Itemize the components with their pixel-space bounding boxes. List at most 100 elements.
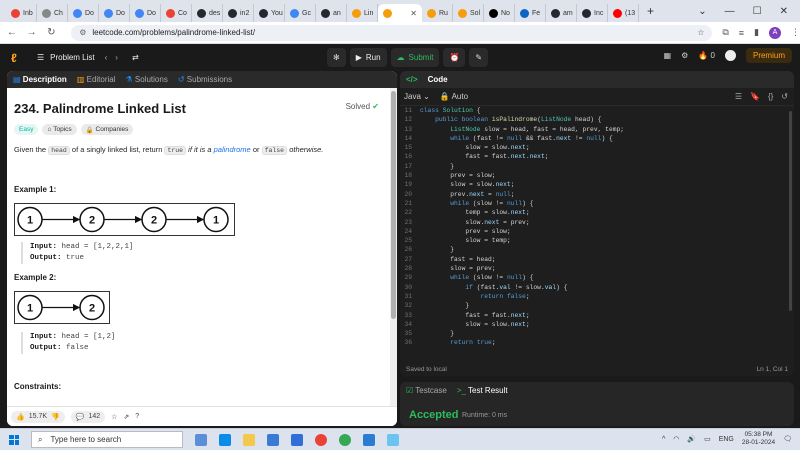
language-indicator[interactable]: ENG	[719, 436, 734, 443]
browser-tab[interactable]: Fe	[515, 4, 546, 22]
code-line[interactable]: 20 prev.next = null;	[400, 190, 794, 199]
code-line[interactable]: 17 }	[400, 162, 794, 171]
description-scrollbar-thumb[interactable]	[391, 91, 396, 319]
user-avatar[interactable]	[724, 50, 736, 61]
palindrome-link[interactable]: palindrome	[214, 145, 251, 154]
code-line[interactable]: 15 slow = slow.next;	[400, 143, 794, 152]
premium-button[interactable]: Premium	[745, 48, 792, 63]
shuffle-icon[interactable]: ⇄	[132, 53, 139, 62]
mail-icon[interactable]	[291, 433, 303, 446]
profile-avatar[interactable]: A	[769, 26, 782, 39]
browser-tab[interactable]: (13	[608, 4, 639, 22]
site-info-icon[interactable]: ⚙	[79, 28, 86, 37]
favorite-star-icon[interactable]: ☆	[111, 413, 117, 421]
help-icon[interactable]: ?	[135, 413, 139, 420]
comments-button[interactable]: 💬 142	[70, 410, 106, 423]
maximize-button[interactable]: ☐	[753, 6, 762, 17]
problem-list-nav[interactable]: ☰ Problem List ‹› ⇄	[37, 53, 139, 62]
task-view-icon[interactable]	[195, 433, 207, 446]
code-line[interactable]: 13 ListNode slow = head, fast = head, pr…	[400, 125, 794, 134]
volume-icon[interactable]: 🔊	[687, 435, 696, 443]
url-input[interactable]: ⚙ leetcode.com/problems/palindrome-linke…	[71, 24, 713, 41]
code-line[interactable]: 28 slow = prev;	[400, 264, 794, 273]
leetcode-logo-icon[interactable]: ℓ	[11, 51, 23, 65]
browser-tab[interactable]: ✕	[378, 4, 422, 22]
reload-button[interactable]: ↻	[43, 27, 59, 38]
browser-tab[interactable]: Inb	[6, 4, 37, 22]
tab-solutions[interactable]: ⚗ Solutions	[126, 75, 168, 84]
notepad-icon[interactable]	[387, 433, 399, 446]
bookmark-icon[interactable]: 🔖	[750, 92, 760, 101]
browser-tab[interactable]: No	[484, 4, 515, 22]
share-icon[interactable]: ⇗	[123, 413, 129, 421]
layout-grid-icon[interactable]: ▦	[664, 51, 672, 60]
vscode-icon[interactable]	[363, 433, 375, 446]
sidebar-icon[interactable]: ▮	[754, 27, 759, 38]
taskbar-search-input[interactable]: ⌕ Type here to search	[31, 431, 183, 448]
debug-button[interactable]: ✻	[327, 48, 346, 67]
language-select[interactable]: Java ⌄	[404, 92, 430, 101]
browser-menu-icon[interactable]: ⋮	[791, 27, 800, 38]
format-icon[interactable]: ☰	[735, 92, 742, 101]
tab-search-icon[interactable]: ⌄	[698, 6, 706, 17]
topics-badge[interactable]: ⌂ Topics	[42, 124, 77, 135]
back-button[interactable]: ←	[4, 27, 20, 38]
code-line[interactable]: 24 prev = slow;	[400, 227, 794, 236]
companies-badge[interactable]: 🔒 Companies	[80, 124, 134, 135]
browser-tab[interactable]: Sol	[453, 4, 484, 22]
code-line[interactable]: 36 return true;	[400, 338, 794, 347]
streak-counter[interactable]: 🔥 0	[698, 51, 715, 60]
chevron-up-icon[interactable]: ^	[662, 436, 665, 443]
battery-icon[interactable]: ▭	[704, 435, 711, 443]
browser-tab[interactable]: Co	[161, 4, 192, 22]
code-line[interactable]: 11 class Solution {	[400, 106, 794, 115]
chrome-icon[interactable]	[315, 433, 327, 446]
browser-tab[interactable]: You	[254, 4, 285, 22]
file-explorer-icon[interactable]	[243, 433, 255, 446]
media-icon[interactable]: ≡	[739, 28, 744, 38]
store-icon[interactable]	[267, 433, 279, 446]
code-line[interactable]: 31 return false;	[400, 292, 794, 301]
tab-description[interactable]: ▤ Description	[13, 75, 67, 84]
code-line[interactable]: 33 fast = fast.next;	[400, 311, 794, 320]
network-icon[interactable]: ◠	[673, 435, 679, 443]
clock[interactable]: 05:38 PM 28-01-2024	[742, 431, 775, 447]
timer-button[interactable]: ⏰	[443, 48, 466, 67]
close-window-button[interactable]: ✕	[780, 6, 788, 17]
forward-button[interactable]: →	[24, 27, 40, 38]
code-line[interactable]: 27 fast = head;	[400, 255, 794, 264]
browser-tab[interactable]: an	[316, 4, 347, 22]
code-line[interactable]: 18 prev = slow;	[400, 171, 794, 180]
settings-gear-icon[interactable]: ⚙	[681, 51, 688, 60]
new-tab-button[interactable]: +	[647, 4, 654, 18]
browser-tab[interactable]: in2	[223, 4, 254, 22]
notes-button[interactable]: ✎	[469, 48, 489, 67]
browser-tab[interactable]: Lin	[347, 4, 378, 22]
code-line[interactable]: 22 temp = slow.next;	[400, 208, 794, 217]
browser-tab[interactable]: Do	[99, 4, 130, 22]
problem-title[interactable]: 234. Palindrome Linked List	[14, 101, 384, 116]
browser-tab[interactable]: Inc	[577, 4, 608, 22]
browser-tab[interactable]: Ru	[422, 4, 453, 22]
browser-tab[interactable]: Gc	[285, 4, 316, 22]
notifications-icon[interactable]: 🗨	[783, 435, 792, 443]
tab-submissions[interactable]: ↺ Submissions	[178, 75, 232, 84]
browser-tab[interactable]: am	[546, 4, 577, 22]
browser-tab[interactable]: des	[192, 4, 223, 22]
code-line[interactable]: 30 if (fast.val != slow.val) {	[400, 283, 794, 292]
run-button[interactable]: ▶ Run	[349, 48, 387, 67]
code-line[interactable]: 26 }	[400, 245, 794, 254]
windows-start-icon[interactable]	[9, 434, 19, 445]
browser-tab[interactable]: Do	[68, 4, 99, 22]
bookmark-star-icon[interactable]: ☆	[697, 28, 704, 37]
code-line[interactable]: 21 while (slow != null) {	[400, 199, 794, 208]
code-line[interactable]: 16 fast = fast.next.next;	[400, 152, 794, 161]
thumbs-up-icon[interactable]: 👍	[16, 413, 25, 421]
code-line[interactable]: 14 while (fast != null && fast.next != n…	[400, 134, 794, 143]
tab-editorial[interactable]: ▥ Editorial	[77, 75, 116, 84]
code-line[interactable]: 34 slow = slow.next;	[400, 320, 794, 329]
thumbs-down-icon[interactable]: 👎	[51, 413, 60, 421]
tab-testcase[interactable]: ☑ Testcase	[406, 386, 447, 395]
code-line[interactable]: 19 slow = slow.next;	[400, 180, 794, 189]
code-line[interactable]: 12 public boolean isPalindrome(ListNode …	[400, 115, 794, 124]
